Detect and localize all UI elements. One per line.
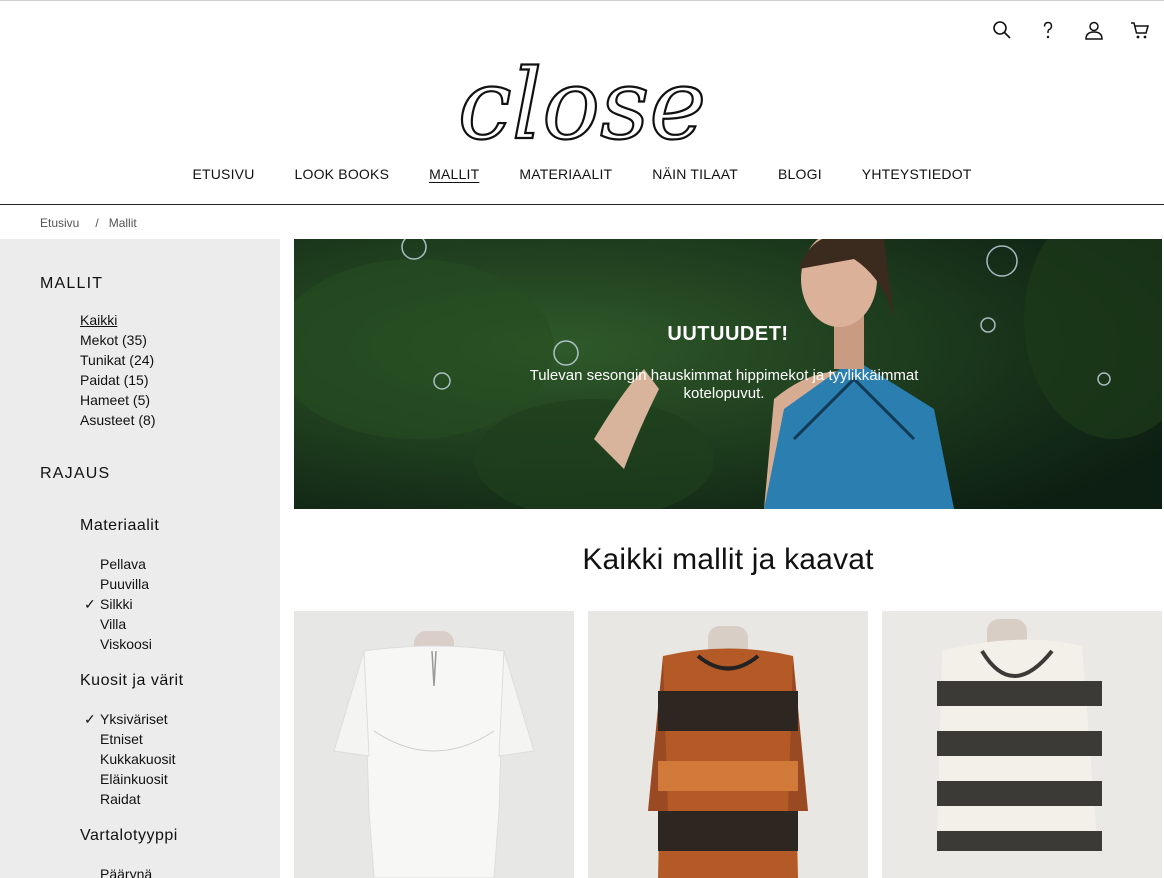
breadcrumb-etusivu[interactable]: Etusivu (40, 216, 79, 230)
materiaalit-list: Pellava Puuvilla ✓ Silkki Villa Viskoosi (84, 554, 152, 654)
brand-logo[interactable]: close (0, 36, 1164, 156)
nav-nain-tilaat[interactable]: NÄIN TILAAT (632, 166, 758, 182)
nav-etusivu[interactable]: ETUSIVU (172, 166, 274, 182)
product-image-ethnic-top (588, 611, 868, 878)
filter-pellava[interactable]: Pellava (100, 554, 152, 574)
category-mekot[interactable]: Mekot (35) (80, 330, 155, 350)
breadcrumb-separator: / (95, 216, 99, 230)
filter-silkki[interactable]: ✓ Silkki (84, 594, 152, 614)
breadcrumb: Etusivu / Mallit (40, 216, 143, 230)
filter-raidat[interactable]: Raidat (100, 789, 175, 809)
nav-look-books[interactable]: LOOK BOOKS (275, 166, 410, 182)
materiaalit-heading: Materiaalit (80, 517, 160, 534)
rajaus-heading: RAJAUS (40, 465, 111, 482)
filter-yksivariset[interactable]: ✓ Yksiväriset (84, 709, 175, 729)
category-paidat[interactable]: Paidat (15) (80, 370, 155, 390)
category-asusteet[interactable]: Asusteet (8) (80, 410, 155, 430)
hero-title: UUTUUDET! (667, 323, 789, 345)
kuosit-heading: Kuosit ja värit (80, 672, 184, 689)
filter-elainkuosit[interactable]: Eläinkuosit (100, 769, 175, 789)
nav-materiaalit[interactable]: MATERIAALIT (499, 166, 632, 182)
filter-villa[interactable]: Villa (100, 614, 152, 634)
mallit-list: Kaikki Mekot (35) Tunikat (24) Paidat (1… (80, 310, 155, 430)
category-tunikat[interactable]: Tunikat (24) (80, 350, 155, 370)
mallit-heading: MALLIT (40, 275, 104, 292)
filter-paaryna[interactable]: Päärynä (100, 864, 152, 878)
hero-banner[interactable]: UUTUUDET! Tulevan sesongin hauskimmat hi… (294, 239, 1162, 509)
checkmark-icon: ✓ (84, 596, 96, 612)
logo-text: close (458, 49, 706, 156)
category-hameet[interactable]: Hameet (5) (80, 390, 155, 410)
filter-etniset[interactable]: Etniset (100, 729, 175, 749)
product-image-striped-top (882, 611, 1162, 878)
nav-yhteystiedot[interactable]: YHTEYSTIEDOT (842, 166, 992, 182)
nav-blogi[interactable]: BLOGI (758, 166, 842, 182)
filter-kukkakuosit[interactable]: Kukkakuosit (100, 749, 175, 769)
checkmark-icon: ✓ (84, 711, 96, 727)
product-card[interactable] (882, 611, 1162, 878)
vartalo-list: Päärynä (100, 864, 152, 878)
kuosit-list: ✓ Yksiväriset Etniset Kukkakuosit Eläinku… (84, 709, 175, 809)
breadcrumb-mallit: Mallit (108, 216, 137, 230)
category-kaikki[interactable]: Kaikki (80, 310, 155, 330)
product-image-white-tunic (294, 611, 574, 878)
filter-viskoosi[interactable]: Viskoosi (100, 634, 152, 654)
main-nav: ETUSIVU LOOK BOOKS MALLIT MATERIAALIT NÄ… (0, 166, 1164, 182)
nav-divider (0, 204, 1164, 205)
product-card[interactable] (294, 611, 574, 878)
top-border (0, 0, 1164, 1)
filter-puuvilla[interactable]: Puuvilla (100, 574, 152, 594)
filter-sidebar: MALLIT Kaikki Mekot (35) Tunikat (24) Pa… (0, 239, 280, 878)
page-title: Kaikki mallit ja kaavat (582, 543, 874, 576)
vartalo-heading: Vartalotyyppi (80, 827, 178, 844)
nav-mallit[interactable]: MALLIT (409, 166, 499, 182)
hero-subtitle: Tulevan sesongin hauskimmat hippimekot j… (529, 367, 919, 402)
product-card[interactable] (588, 611, 868, 878)
